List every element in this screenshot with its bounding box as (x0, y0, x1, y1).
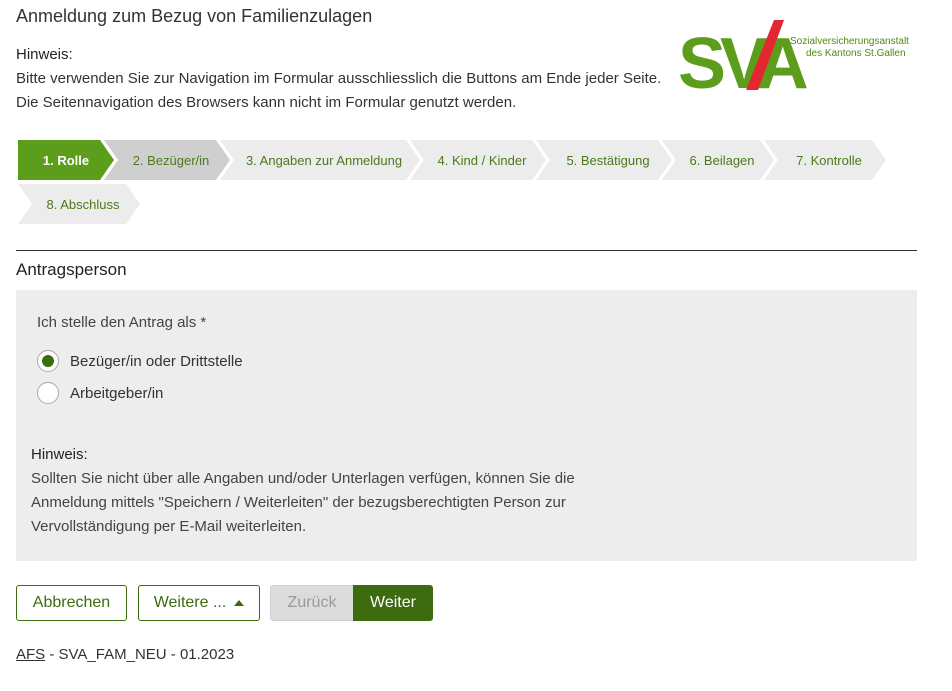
notice-text: Bitte verwenden Sie zur Navigation im Fo… (16, 70, 662, 87)
radio-selected-dot (42, 355, 54, 367)
step-kinder[interactable]: 4. Kind / Kinder (410, 140, 546, 180)
step-abschluss[interactable]: 8. Abschluss (18, 184, 140, 224)
logo-wordmark: SVA (678, 24, 808, 94)
notice-text: Die Seitennavigation des Browsers kann n… (16, 94, 517, 111)
logo-subtitle: des Kantons St.Gallen (806, 48, 906, 59)
radio-option-arbeitgeber[interactable]: Arbeitgeber/in (37, 382, 163, 404)
radio-label[interactable]: Bezüger/in oder Drittstelle (70, 353, 243, 370)
step-bezueger[interactable]: 2. Bezüger/in (104, 140, 230, 180)
hint-text: Anmeldung mittels "Speichern / Weiterlei… (31, 494, 566, 511)
hint-text: Vervollständigung per E-Mail weiterleite… (31, 518, 307, 535)
afs-link[interactable]: AFS (16, 646, 45, 663)
step-beilagen[interactable]: 6. Beilagen (662, 140, 774, 180)
back-button[interactable]: Zurück (270, 585, 354, 621)
more-options-label: Weitere ... (153, 594, 227, 611)
page-title: Anmeldung zum Bezug von Familienzulagen (16, 6, 373, 26)
caret-up-icon (234, 600, 245, 606)
step-kontrolle[interactable]: 7. Kontrolle (764, 140, 886, 180)
footer-version: - SVA_FAM_NEU - 01.2023 (45, 646, 235, 663)
progress-stepper: 1. Rolle 2. Bezüger/in 3. Angaben zur An… (18, 140, 918, 230)
radio-button[interactable] (37, 350, 59, 372)
step-angaben[interactable]: 3. Angaben zur Anmeldung (220, 140, 420, 180)
question-label: Ich stelle den Antrag als * (37, 314, 207, 331)
hint-text: Sollten Sie nicht über alle Angaben und/… (31, 470, 575, 487)
notice-label: Hinweis: (16, 46, 73, 63)
logo-subtitle: Sozialversicherungsanstalt (790, 36, 909, 47)
cancel-button[interactable]: Abbrechen (16, 585, 127, 621)
hint-label: Hinweis: (31, 446, 88, 463)
more-options-button[interactable]: Weitere ... (138, 585, 260, 621)
step-rolle[interactable]: 1. Rolle (18, 140, 114, 180)
radio-option-bezueger[interactable]: Bezüger/in oder Drittstelle (37, 350, 243, 372)
radio-button[interactable] (37, 382, 59, 404)
next-button[interactable]: Weiter (353, 585, 433, 621)
step-bestaetigung[interactable]: 5. Bestätigung (536, 140, 672, 180)
radio-label[interactable]: Arbeitgeber/in (70, 385, 163, 402)
footer: AFS - SVA_FAM_NEU - 01.2023 (16, 646, 234, 663)
section-title: Antragsperson (16, 260, 127, 279)
section-divider (16, 250, 917, 251)
